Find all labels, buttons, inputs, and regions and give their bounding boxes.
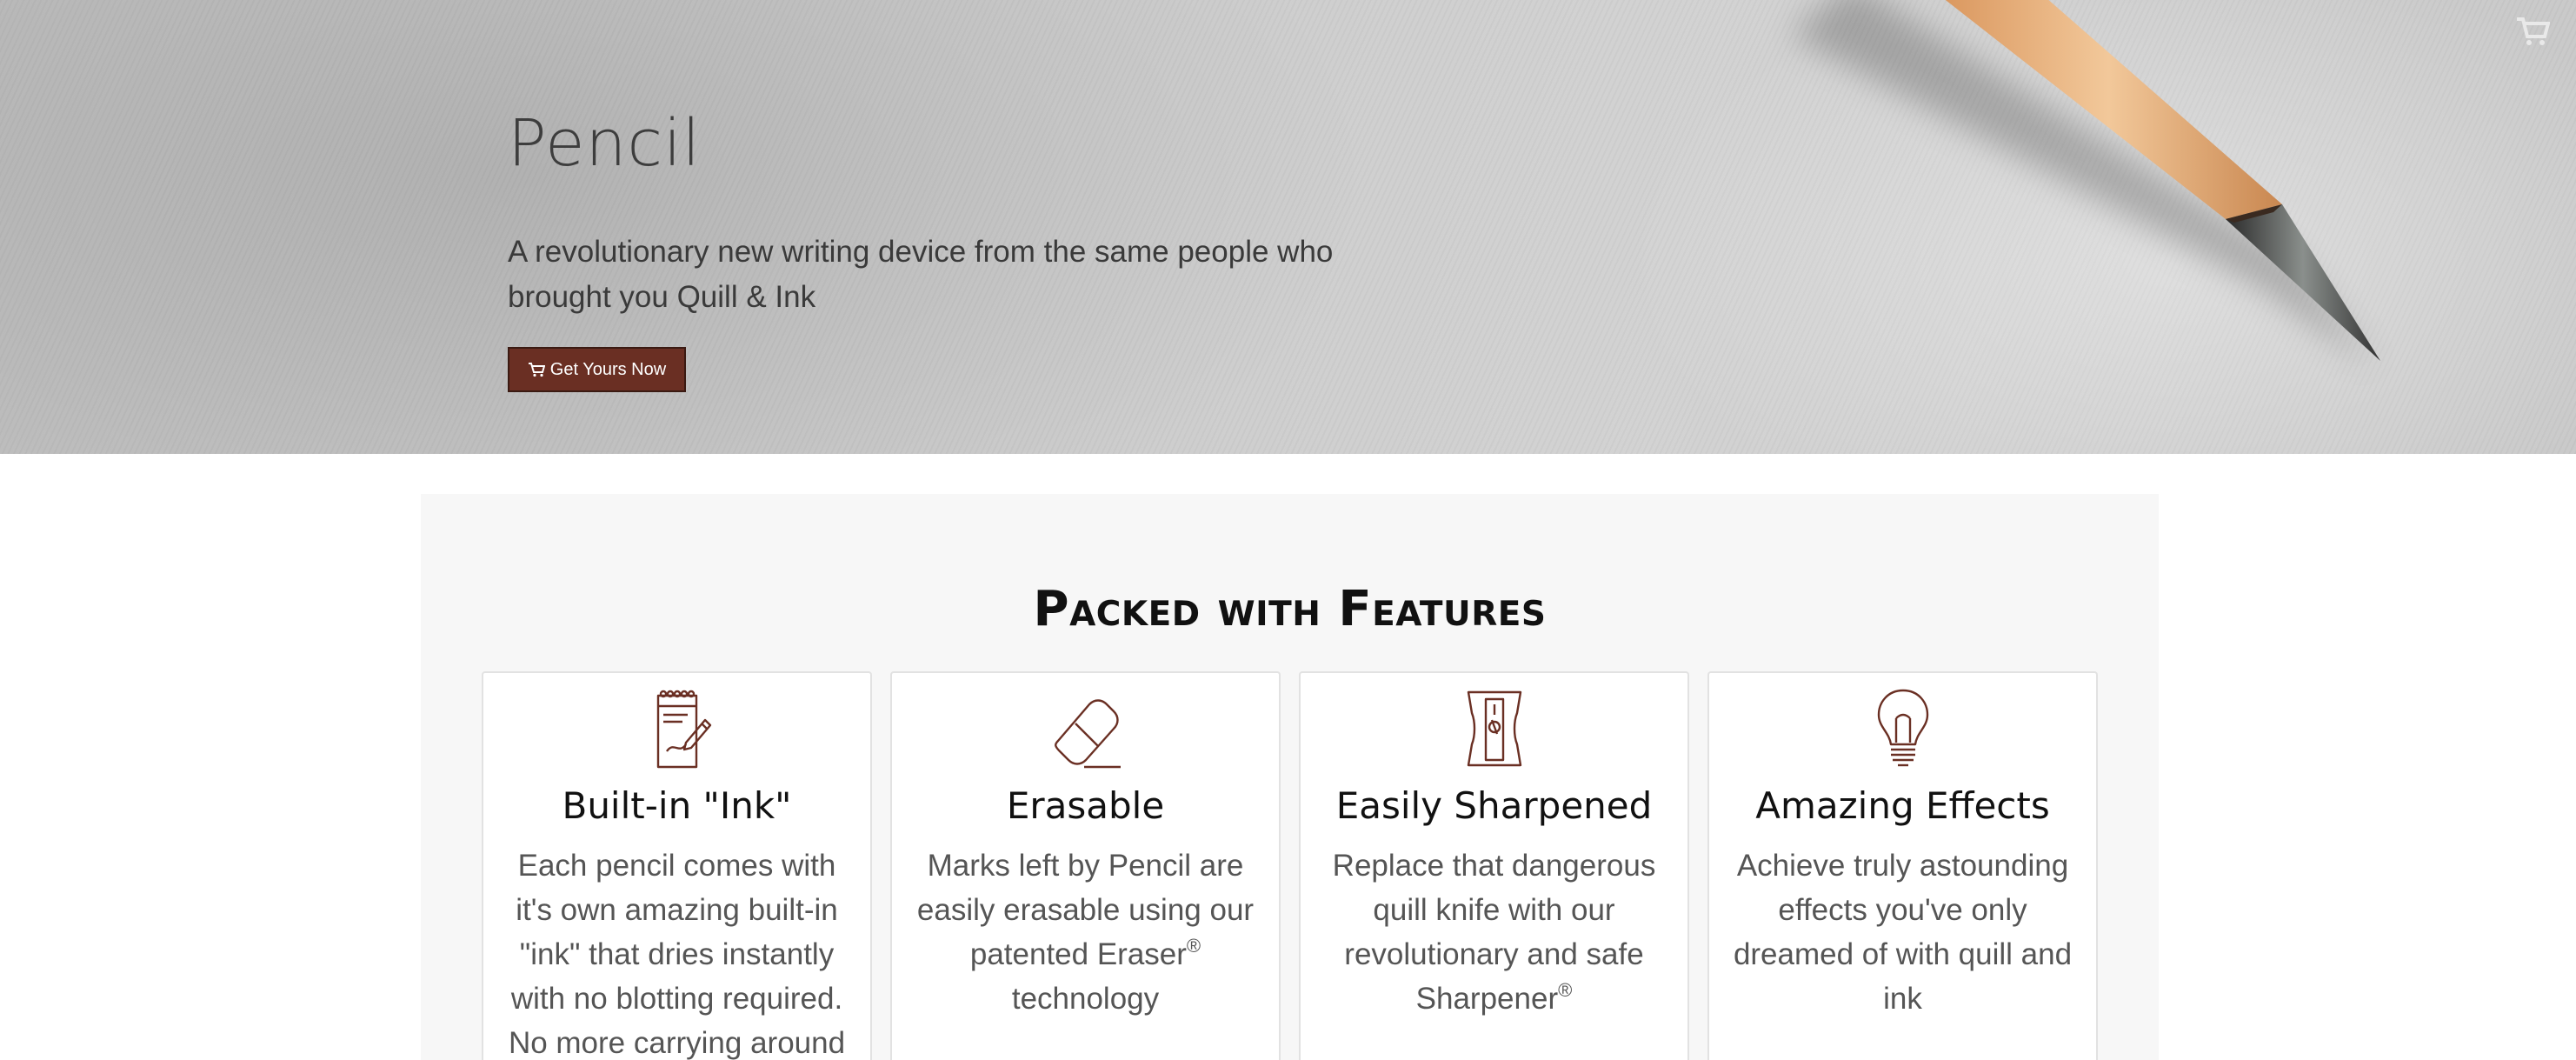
eraser-icon <box>892 687 1279 770</box>
sharpener-icon <box>1301 687 1687 770</box>
feature-title: Amazing Effects <box>1755 784 2050 827</box>
feature-title: Erasable <box>1006 784 1165 827</box>
feature-card-effects: Amazing Effects Achieve truly astounding… <box>1707 671 2098 1060</box>
hero-subtitle: A revolutionary new writing device from … <box>508 235 1334 314</box>
lightbulb-icon <box>1709 687 2096 770</box>
hero-banner: Pencil A revolutionary new writing devic… <box>0 0 2576 454</box>
get-yours-now-button[interactable]: Get Yours Now <box>508 347 686 392</box>
feature-card-sharpened: Easily Sharpened Replace that dangerous … <box>1299 671 1689 1060</box>
cart-icon[interactable] <box>2515 16 2551 47</box>
feature-text: Achieve truly astounding effects you've … <box>1733 849 2073 1016</box>
pencil-image <box>1791 0 2380 365</box>
feature-text: Replace that dangerous quill knife with … <box>1332 849 1656 1016</box>
feature-card-ink: Built-in "Ink" Each pencil comes with it… <box>482 671 872 1060</box>
registered-mark: ® <box>1186 935 1201 957</box>
feature-text: Each pencil comes with it's own amazing … <box>508 849 846 1060</box>
cart-icon <box>528 363 545 377</box>
page-title: Pencil <box>508 106 702 181</box>
feature-title: Built-in "Ink" <box>562 784 792 827</box>
cta-label: Get Yours Now <box>549 359 667 379</box>
registered-mark: ® <box>1558 979 1573 1001</box>
feature-title: Easily Sharpened <box>1335 784 1653 827</box>
features-section: Packed with Features Built-in "Ink" Each… <box>421 494 2159 1060</box>
notepad-pencil-icon <box>483 687 870 770</box>
features-title: Packed with Features <box>1033 581 1547 637</box>
feature-text: Marks left by Pencil are easily erasable… <box>916 849 1255 1016</box>
feature-card-erasable: Erasable Marks left by Pencil are easily… <box>890 671 1281 1060</box>
